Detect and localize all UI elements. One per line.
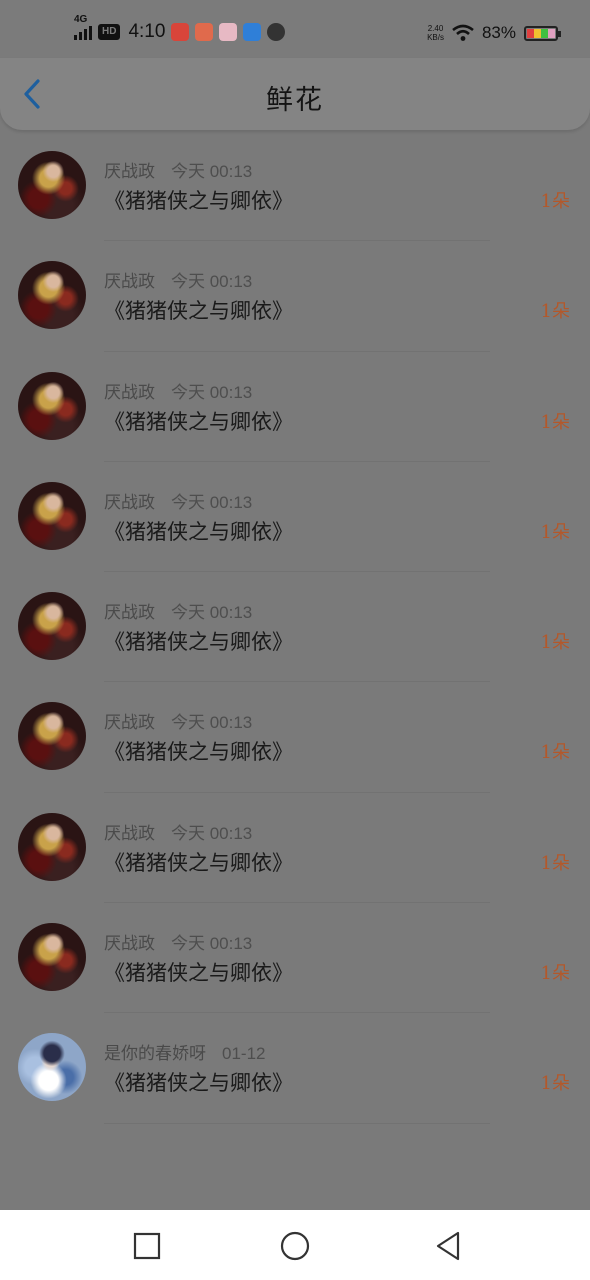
home-icon xyxy=(280,1231,310,1261)
item-meta: 厌战政 今天 00:13 xyxy=(104,378,252,403)
flower-count: 1朵 xyxy=(540,521,570,543)
speed-unit: KB/s xyxy=(427,33,444,42)
user-name[interactable]: 厌战政 xyxy=(104,713,155,733)
item-time: 今天 00:13 xyxy=(171,603,253,623)
list-item[interactable]: 厌战政 今天 00:13 《猪猪侠之与卿依》 1朵 xyxy=(0,241,590,352)
list-item[interactable]: 厌战政 今天 00:13 《猪猪侠之与卿依》 1朵 xyxy=(0,793,590,904)
flower-count: 1朵 xyxy=(540,852,570,874)
avatar[interactable] xyxy=(18,151,86,219)
flower-count: 1朵 xyxy=(540,411,570,433)
book-title: 《猪猪侠之与卿依》 xyxy=(104,299,293,324)
flower-count: 1朵 xyxy=(540,301,570,323)
hd-icon: HD xyxy=(98,24,121,40)
avatar[interactable] xyxy=(18,1033,86,1102)
status-time: 4:10 xyxy=(128,21,166,42)
avatar[interactable] xyxy=(18,812,86,881)
avatar[interactable] xyxy=(18,923,86,992)
flower-count: 1朵 xyxy=(540,632,570,654)
item-time: 01-12 xyxy=(222,1044,266,1064)
user-name[interactable]: 厌战政 xyxy=(104,493,155,513)
flower-list: 厌战政 今天 00:13 《猪猪侠之与卿依》 1朵 厌战政 今天 00:13 《猪猪侠之与卿… xyxy=(0,131,590,1124)
user-name[interactable]: 厌战政 xyxy=(104,383,155,403)
flower-count: 1朵 xyxy=(540,1073,570,1095)
network-type: 4G xyxy=(74,14,88,25)
avatar[interactable] xyxy=(18,261,86,330)
page-title: 鲜花 xyxy=(266,85,324,116)
battery-percent: 83% xyxy=(481,23,516,42)
network-speed: 2.40 KB/s xyxy=(427,24,444,42)
item-time: 今天 00:13 xyxy=(171,492,253,512)
item-time: 今天 00:13 xyxy=(171,382,253,402)
back-nav-button[interactable] xyxy=(430,1228,466,1264)
app-icon-dark xyxy=(267,23,286,41)
app-icon-blue xyxy=(243,23,262,41)
user-name[interactable]: 是你的春娇呀 xyxy=(104,1044,206,1064)
item-time: 今天 00:13 xyxy=(171,934,253,954)
book-title: 《猪猪侠之与卿依》 xyxy=(104,961,293,986)
recent-apps-button[interactable] xyxy=(129,1228,165,1264)
item-meta: 厌战政 今天 00:13 xyxy=(104,708,252,733)
book-title: 《猪猪侠之与卿依》 xyxy=(104,519,293,544)
flower-count: 1朵 xyxy=(540,963,570,985)
app-icon-red-2 xyxy=(195,23,214,41)
back-icon xyxy=(436,1231,460,1261)
avatar[interactable] xyxy=(18,702,86,771)
list-item[interactable]: 厌战政 今天 00:13 《猪猪侠之与卿依》 1朵 xyxy=(0,462,590,573)
recent-apps-icon xyxy=(133,1232,161,1260)
item-meta: 是你的春娇呀 01-12 xyxy=(104,1039,265,1064)
book-title: 《猪猪侠之与卿依》 xyxy=(104,630,293,655)
status-bar: 4G HD 4:10 2.40 KB/s 83% xyxy=(0,0,590,58)
avatar[interactable] xyxy=(18,371,86,440)
item-meta: 厌战政 今天 00:13 xyxy=(104,598,252,623)
item-time: 今天 00:13 xyxy=(171,272,253,292)
user-name[interactable]: 厌战政 xyxy=(104,934,155,954)
list-item[interactable]: 厌战政 今天 00:13 《猪猪侠之与卿依》 1朵 xyxy=(0,352,590,463)
item-meta: 厌战政 今天 00:13 xyxy=(104,157,252,182)
book-title: 《猪猪侠之与卿依》 xyxy=(104,1071,293,1096)
item-meta: 厌战政 今天 00:13 xyxy=(104,929,252,954)
home-button[interactable] xyxy=(277,1228,313,1264)
navigation-bar xyxy=(0,1210,590,1280)
item-time: 今天 00:13 xyxy=(171,713,253,733)
list-item[interactable]: 是你的春娇呀 01-12 《猪猪侠之与卿依》 1朵 xyxy=(0,1013,590,1124)
user-name[interactable]: 厌战政 xyxy=(104,272,155,292)
list-item[interactable]: 厌战政 今天 00:13 《猪猪侠之与卿依》 1朵 xyxy=(0,903,590,1014)
status-left: 4G HD 4:10 xyxy=(74,14,286,46)
item-time: 今天 00:13 xyxy=(171,823,253,843)
app-icon-red xyxy=(171,23,190,41)
wifi-icon xyxy=(452,24,474,41)
book-title: 《猪猪侠之与卿依》 xyxy=(104,409,293,434)
avatar[interactable] xyxy=(18,592,86,661)
avatar[interactable] xyxy=(18,481,86,550)
book-title: 《猪猪侠之与卿依》 xyxy=(104,189,293,213)
app-icon-pink xyxy=(219,23,238,41)
list-item[interactable]: 厌战政 今天 00:13 《猪猪侠之与卿依》 1朵 xyxy=(0,572,590,683)
book-title: 《猪猪侠之与卿依》 xyxy=(104,740,293,765)
flower-count: 1朵 xyxy=(540,191,570,212)
speed-value: 2.40 xyxy=(427,24,444,33)
list-item[interactable]: 厌战政 今天 00:13 《猪猪侠之与卿依》 1朵 xyxy=(0,682,590,794)
user-name[interactable]: 厌战政 xyxy=(104,824,155,844)
status-right: 2.40 KB/s 83% xyxy=(427,20,561,46)
item-meta: 厌战政 今天 00:13 xyxy=(104,819,252,844)
list-item[interactable]: 厌战政 今天 00:13 《猪猪侠之与卿依》 1朵 xyxy=(0,131,590,242)
flower-count: 1朵 xyxy=(540,742,570,764)
item-meta: 厌战政 今天 00:13 xyxy=(104,267,252,292)
signal-icon: 4G xyxy=(74,14,92,40)
user-name[interactable]: 厌战政 xyxy=(104,603,155,623)
item-meta: 厌战政 今天 00:13 xyxy=(104,488,252,513)
item-time: 今天 00:13 xyxy=(171,162,253,181)
header: 鲜花 xyxy=(0,58,590,130)
book-title: 《猪猪侠之与卿依》 xyxy=(104,850,293,875)
user-name[interactable]: 厌战政 xyxy=(104,162,155,182)
battery-icon xyxy=(524,25,561,41)
